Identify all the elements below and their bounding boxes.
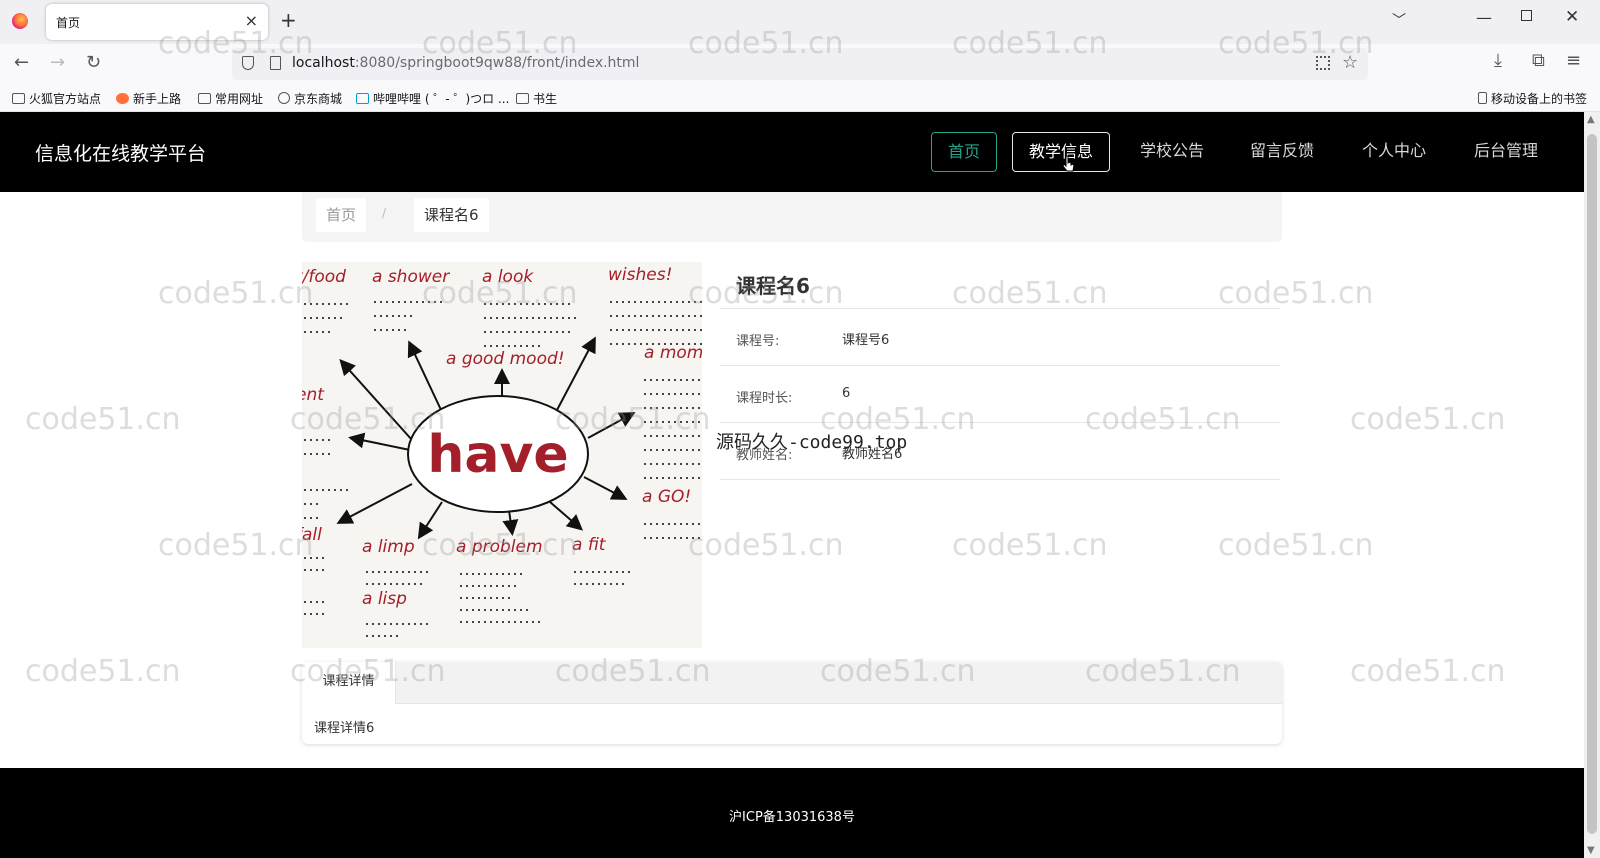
browser-navbar: ← → ↻ localhost:8080/springboot9qw88/fro… bbox=[0, 44, 1600, 84]
watermark: code51.cn bbox=[1085, 402, 1241, 437]
word-wishes: wishes! bbox=[608, 265, 672, 285]
nav-feedback[interactable]: 留言反馈 bbox=[1234, 132, 1330, 172]
word-lisp: a lisp bbox=[362, 589, 407, 609]
menu-icon[interactable]: ≡ bbox=[1566, 50, 1581, 71]
reload-icon[interactable]: ↻ bbox=[86, 52, 101, 73]
word-mood: a good mood! bbox=[446, 349, 565, 369]
watermark: code51.cn bbox=[25, 402, 181, 437]
tab-title: 首页 bbox=[56, 16, 81, 30]
watermark: code51.cn bbox=[1218, 276, 1374, 311]
site-footer: 沪ICP备13031638号 bbox=[0, 768, 1584, 858]
restore-icon[interactable] bbox=[1521, 10, 1532, 21]
shield-icon[interactable] bbox=[242, 56, 254, 70]
watermark: code51.cn bbox=[1350, 402, 1506, 437]
watermark: code51.cn bbox=[158, 276, 314, 311]
folder-icon bbox=[198, 93, 211, 104]
divider bbox=[720, 479, 1280, 480]
breadcrumb-current: 课程名6 bbox=[414, 198, 489, 232]
watermark: code51.cn bbox=[952, 528, 1108, 563]
course-number-value: 课程号6 bbox=[842, 333, 890, 348]
folder-icon bbox=[12, 93, 25, 104]
site-header: 信息化在线教学平台 首页 教学信息 学校公告 留言反馈 个人中心 后台管理 bbox=[0, 112, 1584, 192]
divider bbox=[720, 422, 1280, 423]
scrollbar-thumb[interactable] bbox=[1587, 134, 1597, 834]
watermark: code51.cn bbox=[25, 654, 181, 689]
extensions-icon[interactable]: ⧉ bbox=[1532, 50, 1545, 71]
download-icon[interactable]: ⤓ bbox=[1494, 50, 1502, 71]
firefox-logo-icon bbox=[12, 13, 28, 29]
scroll-up-icon[interactable]: ▲ bbox=[1587, 114, 1595, 125]
nav-admin[interactable]: 后台管理 bbox=[1458, 132, 1554, 172]
globe-icon bbox=[278, 92, 290, 104]
bookmark-getting-started[interactable]: 新手上路 bbox=[116, 90, 181, 107]
mouse-cursor-icon bbox=[1062, 155, 1075, 172]
folder-icon bbox=[516, 93, 529, 104]
course-number-label: 课程号: bbox=[736, 334, 780, 349]
tabs-header: 课程详情 bbox=[302, 662, 1282, 704]
bookmark-shusheng[interactable]: 书生 bbox=[516, 90, 557, 107]
breadcrumb-separator: / bbox=[382, 206, 387, 220]
browser-tab[interactable]: 首页 × bbox=[46, 4, 268, 40]
page-info-icon[interactable] bbox=[270, 56, 281, 70]
bookmark-firefox-site[interactable]: 火狐官方站点 bbox=[12, 90, 101, 107]
breadcrumb-home[interactable]: 首页 bbox=[316, 198, 367, 232]
bookmarks-bar: 火狐官方站点 新手上路 常用网址 京东商城 哔哩哔哩 ( ゜- ゜)つロ ...… bbox=[0, 84, 1600, 112]
bookmark-jd[interactable]: 京东商城 bbox=[278, 90, 342, 107]
divider bbox=[720, 365, 1280, 366]
window-close-icon[interactable]: ✕ bbox=[1565, 7, 1579, 27]
bookmark-mobile[interactable]: 移动设备上的书签 bbox=[1478, 90, 1587, 107]
breadcrumb: 首页 / 课程名6 bbox=[302, 192, 1282, 242]
scroll-down-icon[interactable]: ▼ bbox=[1587, 845, 1595, 856]
word-shower: a shower bbox=[372, 267, 450, 287]
nav-personal-center[interactable]: 个人中心 bbox=[1346, 132, 1442, 172]
chevron-down-icon[interactable]: ﹀ bbox=[1392, 10, 1406, 30]
have-word: have bbox=[427, 425, 568, 485]
word-fall: fall bbox=[302, 525, 322, 545]
course-name-heading: 课程名6 bbox=[736, 274, 810, 298]
site-title: 信息化在线教学平台 bbox=[35, 143, 207, 165]
course-image: have t/food a shower a look wishes! a go… bbox=[302, 262, 702, 648]
word-fit: a fit bbox=[572, 535, 607, 555]
new-tab-button[interactable]: + bbox=[280, 8, 297, 32]
url-text[interactable]: localhost:8080/springboot9qw88/front/ind… bbox=[292, 55, 639, 71]
back-arrow-icon[interactable]: ← bbox=[14, 52, 29, 73]
course-duration-label: 课程时长: bbox=[736, 391, 793, 406]
divider bbox=[720, 308, 1280, 309]
bookmark-bilibili[interactable]: 哔哩哔哩 ( ゜- ゜)つロ ... bbox=[356, 90, 509, 107]
watermark: code51.cn bbox=[1350, 654, 1506, 689]
course-detail-tabs: 课程详情 课程详情6 bbox=[302, 662, 1282, 744]
word-moment: a mom bbox=[644, 343, 702, 363]
icp-record[interactable]: 沪ICP备13031638号 bbox=[0, 806, 1584, 825]
forward-arrow-icon[interactable]: → bbox=[50, 52, 65, 73]
close-tab-icon[interactable]: × bbox=[245, 11, 258, 30]
watermark: code51.cn bbox=[952, 276, 1108, 311]
watermark: code51.cn bbox=[1218, 528, 1374, 563]
bookmark-star-icon[interactable]: ☆ bbox=[1342, 52, 1358, 73]
bookmark-common-sites[interactable]: 常用网址 bbox=[198, 90, 263, 107]
minimize-icon[interactable]: — bbox=[1476, 8, 1492, 27]
have-mindmap-image: have t/food a shower a look wishes! a go… bbox=[302, 265, 702, 637]
qr-code-icon[interactable] bbox=[1316, 56, 1330, 70]
watermark: code51.cn bbox=[688, 528, 844, 563]
watermark: code51.cn bbox=[158, 528, 314, 563]
mobile-icon bbox=[1478, 92, 1487, 104]
word-ent: ent bbox=[302, 385, 325, 405]
course-detail-content: 课程详情6 bbox=[314, 721, 375, 736]
bilibili-icon bbox=[356, 93, 369, 104]
page-scrollbar[interactable]: ▲ ▼ bbox=[1584, 112, 1600, 858]
word-problem: a problem bbox=[456, 537, 543, 557]
nav-home[interactable]: 首页 bbox=[931, 132, 998, 172]
nav-announcements[interactable]: 学校公告 bbox=[1124, 132, 1220, 172]
word-look: a look bbox=[482, 267, 534, 287]
course-duration-value: 6 bbox=[842, 386, 851, 401]
browser-tabstrip: 首页 × + ﹀ — ✕ bbox=[0, 0, 1600, 44]
tab-course-detail[interactable]: 课程详情 bbox=[302, 662, 396, 704]
word-limp: a limp bbox=[362, 537, 415, 557]
nav-teaching-info[interactable]: 教学信息 bbox=[1012, 132, 1111, 172]
firefox-icon bbox=[116, 93, 129, 104]
word-food: t/food bbox=[302, 267, 346, 287]
word-go: a GO! bbox=[642, 487, 691, 507]
overlay-watermark-text: 源码久久-code99.top bbox=[716, 432, 908, 453]
address-bar[interactable]: localhost:8080/springboot9qw88/front/ind… bbox=[232, 48, 1368, 80]
